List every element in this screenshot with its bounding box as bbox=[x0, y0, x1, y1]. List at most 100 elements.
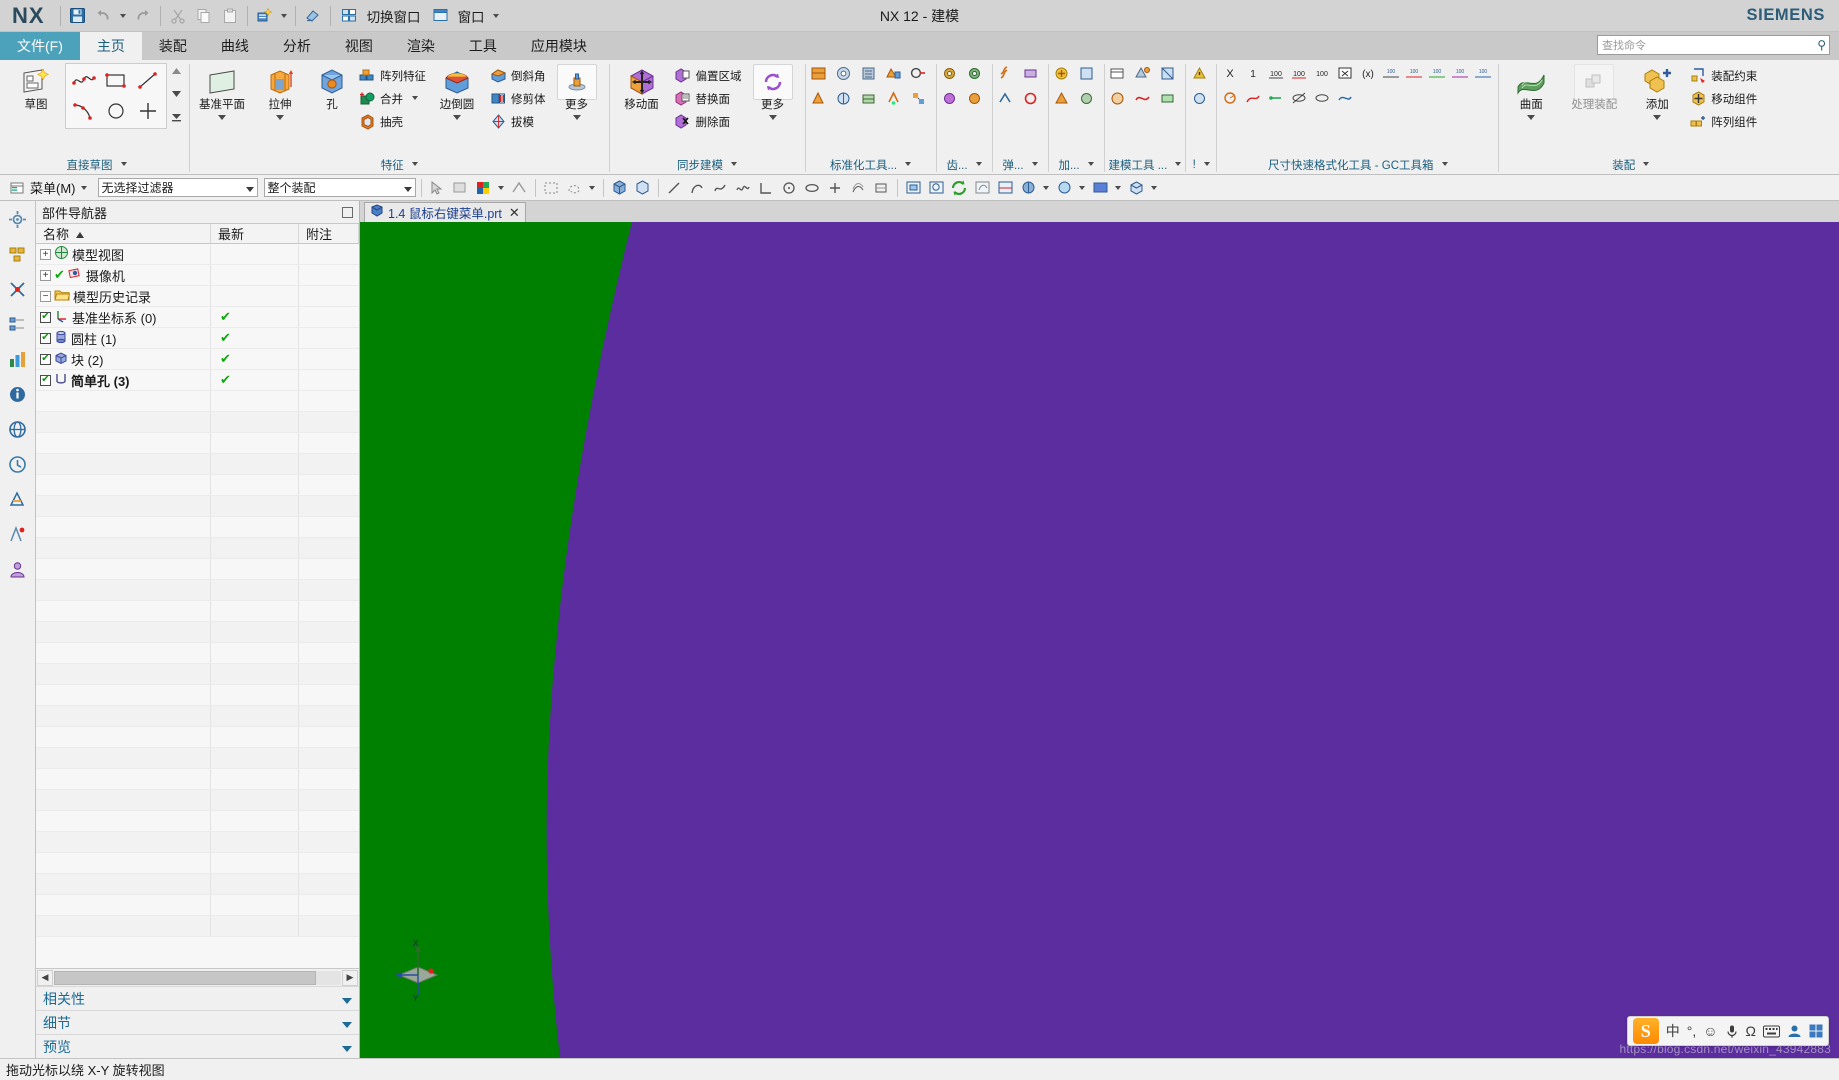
modeling-icon-2[interactable] bbox=[1133, 63, 1153, 83]
save-button[interactable] bbox=[66, 4, 90, 28]
gc-icon-100c[interactable]: 100 bbox=[1312, 63, 1332, 83]
chevron-down-icon[interactable] bbox=[406, 93, 418, 105]
hole-button[interactable]: 孔 bbox=[309, 63, 355, 112]
ribbon-group-label-gear[interactable]: 齿... bbox=[937, 155, 992, 174]
select-face-icon[interactable] bbox=[450, 177, 471, 198]
edge-blend-button[interactable]: 边倒圆 bbox=[428, 63, 486, 120]
table-row[interactable]: + 模型视图 bbox=[36, 244, 359, 265]
feature-checkbox[interactable] bbox=[40, 332, 51, 344]
feature-more-button[interactable]: 更多 bbox=[548, 63, 606, 120]
arc-icon[interactable] bbox=[68, 96, 100, 126]
magic-wand-icon[interactable] bbox=[253, 4, 277, 28]
add-icon-3[interactable] bbox=[1052, 88, 1072, 108]
wireframe-display-icon[interactable] bbox=[632, 177, 653, 198]
ribbon-group-label-direct-sketch[interactable]: 直接草图 bbox=[4, 155, 189, 174]
table-row[interactable]: 基准坐标系 (0) ✔ bbox=[36, 307, 359, 328]
ime-toolbar[interactable]: S 中 °, ☺ Ω bbox=[1626, 1016, 1829, 1046]
gc-icon-dim4[interactable]: 100 bbox=[1450, 63, 1470, 83]
lasso-select-icon[interactable] bbox=[564, 177, 585, 198]
datum-plane-button[interactable]: 基准平面 bbox=[193, 63, 251, 120]
rail-hd3d-icon[interactable] bbox=[5, 521, 31, 547]
expander-icon[interactable]: + bbox=[40, 269, 51, 281]
tree-item-model-history[interactable]: − 模型历史记录 bbox=[36, 286, 211, 306]
ribbon-group-label-modeling-tools[interactable]: 建模工具 ... bbox=[1105, 155, 1186, 174]
style-dropdown-caret[interactable] bbox=[278, 4, 291, 28]
tree-item-model-views[interactable]: + 模型视图 bbox=[36, 244, 211, 264]
render-style-icon[interactable] bbox=[1054, 177, 1075, 198]
scroll-up-icon[interactable] bbox=[170, 65, 183, 77]
chamfer-button[interactable]: 倒斜角 bbox=[486, 64, 548, 87]
eraser-icon[interactable] bbox=[301, 4, 325, 28]
arc-curve-icon[interactable] bbox=[687, 177, 708, 198]
select-general-icon[interactable] bbox=[427, 177, 448, 198]
tab-home[interactable]: 主页 bbox=[79, 32, 142, 60]
chevron-down-icon[interactable] bbox=[1077, 177, 1088, 198]
keyboard-icon[interactable] bbox=[1763, 1025, 1780, 1038]
gc-icon-dim1[interactable]: 100 bbox=[1381, 63, 1401, 83]
gc-icon-100b[interactable]: 100 bbox=[1289, 63, 1309, 83]
extrude-button[interactable]: 拉伸 bbox=[251, 63, 309, 120]
rail-assembly-navigator-icon[interactable] bbox=[5, 241, 31, 267]
gc-icon-100[interactable]: 100 bbox=[1266, 63, 1286, 83]
scroll-right-button[interactable]: ▶ bbox=[342, 969, 358, 986]
table-row[interactable]: 简单孔 (3) ✔ bbox=[36, 370, 359, 391]
tree-item-cameras[interactable]: + ✔ 摄像机 bbox=[36, 265, 211, 285]
chevron-down-icon[interactable] bbox=[769, 112, 777, 120]
rail-settings-icon[interactable] bbox=[5, 206, 31, 232]
gear-icon-2[interactable] bbox=[965, 63, 985, 83]
chevron-down-icon[interactable] bbox=[1041, 177, 1052, 198]
background-color-icon[interactable] bbox=[1090, 177, 1111, 198]
pattern-component-button[interactable]: 阵列组件 bbox=[1686, 110, 1759, 133]
accordion-preview[interactable]: 预览 bbox=[36, 1034, 359, 1058]
assembly-constraint-button[interactable]: 装配约束 bbox=[1686, 64, 1759, 87]
gear-icon-3[interactable] bbox=[940, 88, 960, 108]
expander-icon[interactable]: + bbox=[40, 248, 51, 260]
chevron-down-icon[interactable] bbox=[79, 177, 90, 198]
unite-button[interactable]: 合并 bbox=[355, 87, 428, 110]
sogou-logo-icon[interactable]: S bbox=[1632, 1018, 1659, 1044]
emoji-icon[interactable]: ☺ bbox=[1703, 1023, 1717, 1039]
rail-roles-icon[interactable] bbox=[5, 556, 31, 582]
gc-icon-r2[interactable] bbox=[1243, 88, 1263, 108]
chevron-down-icon[interactable] bbox=[587, 177, 598, 198]
std-icon-3[interactable] bbox=[859, 63, 879, 83]
add-component-button[interactable]: 添加 bbox=[1628, 63, 1686, 120]
selection-filter-dropdown[interactable]: 无选择过滤器 bbox=[97, 178, 258, 197]
zoom-view-icon[interactable] bbox=[926, 177, 947, 198]
feature-checkbox[interactable] bbox=[40, 311, 51, 323]
switch-window-button[interactable]: 切换窗口 bbox=[335, 4, 426, 28]
rail-reuse-library-icon[interactable] bbox=[5, 346, 31, 372]
gear-icon-1[interactable] bbox=[940, 63, 960, 83]
undo-button[interactable] bbox=[92, 4, 116, 28]
scroll-track[interactable] bbox=[54, 970, 341, 985]
chevron-down-icon[interactable] bbox=[1653, 112, 1661, 120]
chevron-down-icon[interactable] bbox=[1527, 112, 1535, 120]
std-icon-2[interactable] bbox=[834, 63, 854, 83]
color-swatch-icon[interactable] bbox=[473, 177, 494, 198]
spline-curve-icon[interactable] bbox=[710, 177, 731, 198]
scroll-thumb[interactable] bbox=[54, 970, 316, 985]
table-row[interactable]: 圆柱 (1) ✔ bbox=[36, 328, 359, 349]
document-tab[interactable]: 1.4 鼠标右键菜单.prt ✕ bbox=[364, 202, 526, 222]
std-icon-8[interactable] bbox=[859, 88, 879, 108]
column-header-comment[interactable]: 附注 bbox=[299, 224, 359, 243]
offset-region-button[interactable]: 偏置区域 bbox=[671, 64, 744, 87]
sync-more-button[interactable]: 更多 bbox=[744, 63, 802, 120]
shaded-display-icon[interactable] bbox=[609, 177, 630, 198]
ime-language-mode[interactable]: 中 bbox=[1666, 1021, 1680, 1041]
ribbon-group-label-standardization[interactable]: 标准化工具... bbox=[806, 155, 936, 174]
gc-icon-r5[interactable] bbox=[1312, 88, 1332, 108]
draft-button[interactable]: 拔模 bbox=[486, 110, 548, 133]
sine-curve-icon[interactable] bbox=[733, 177, 754, 198]
cut-button[interactable] bbox=[166, 4, 190, 28]
modeling-icon-6[interactable] bbox=[1158, 88, 1178, 108]
chevron-down-icon[interactable] bbox=[1149, 177, 1160, 198]
accordion-details[interactable]: 细节 bbox=[36, 1010, 359, 1034]
part-navigator-tree[interactable]: + 模型视图 + ✔ 摄像机 − 模型历史记录 ✔ 基准坐标系 (0) ✔ ✔ … bbox=[36, 244, 359, 968]
feature-checkbox[interactable] bbox=[40, 353, 51, 365]
std-icon-6[interactable] bbox=[809, 88, 829, 108]
modeling-icon-1[interactable] bbox=[1108, 63, 1128, 83]
std-icon-4[interactable] bbox=[884, 63, 904, 83]
rail-web-browser-icon[interactable] bbox=[5, 416, 31, 442]
user-icon[interactable] bbox=[1787, 1024, 1802, 1038]
